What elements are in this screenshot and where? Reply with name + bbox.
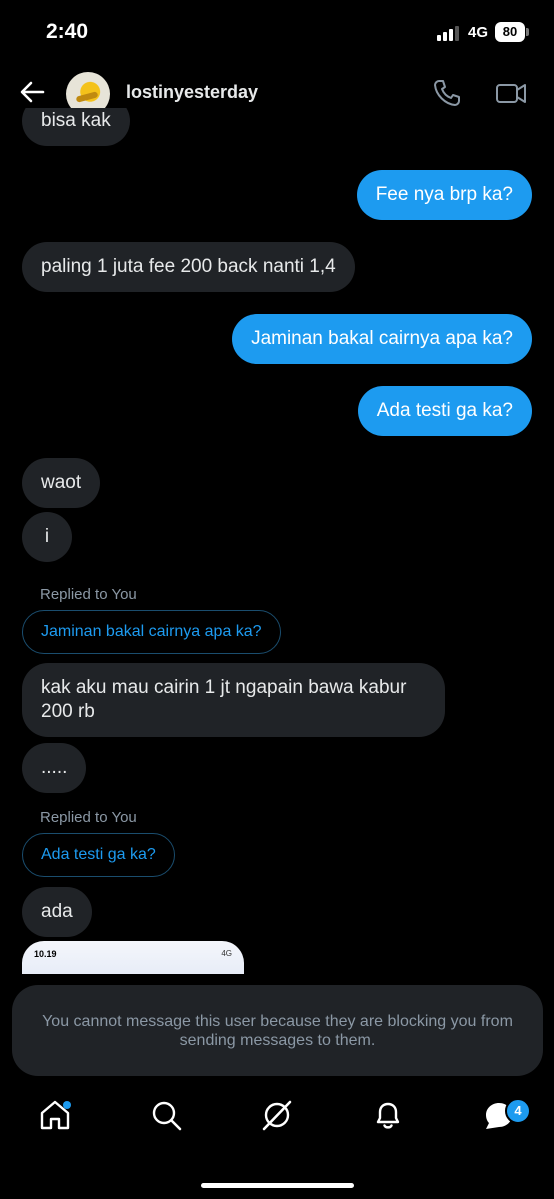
search-icon[interactable]	[149, 1098, 183, 1132]
message-outgoing[interactable]: Ada testi ga ka?	[357, 386, 532, 436]
message-incoming[interactable]: paling 1 juta fee 200 back nanti 1,4	[22, 242, 355, 292]
attachment-time: 10.19	[34, 949, 57, 959]
home-indicator	[201, 1183, 354, 1188]
signal-icon	[437, 26, 459, 41]
replied-to-label: Replied to You	[40, 586, 137, 603]
message-incoming[interactable]: kak aku mau cairin 1 jt ngapain bawa kab…	[22, 663, 445, 737]
reply-quote[interactable]: Jaminan bakal cairnya apa ka?	[22, 610, 281, 654]
message-outgoing[interactable]: Fee nya brp ka?	[356, 170, 532, 220]
replied-to-label: Replied to You	[40, 809, 137, 826]
phone-icon[interactable]	[432, 78, 462, 108]
bottom-navigation: 4	[0, 1090, 554, 1150]
attachment-status: 4G	[221, 949, 232, 958]
message-list[interactable]: bisa kak Fee nya brp ka? paling 1 juta f…	[0, 108, 554, 974]
message-incoming[interactable]: i	[22, 512, 72, 562]
status-time: 2:40	[46, 20, 89, 43]
video-call-icon[interactable]	[495, 78, 527, 108]
blocked-notice: You cannot message this user because the…	[12, 985, 543, 1076]
message-incoming[interactable]: bisa kak	[22, 108, 130, 146]
back-arrow-icon[interactable]	[18, 78, 46, 106]
network-type: 4G	[468, 24, 489, 41]
message-incoming[interactable]: waot	[22, 458, 101, 508]
battery-icon: 80	[495, 22, 525, 42]
status-bar: 2:40 4G 80	[0, 0, 554, 64]
reply-quote[interactable]: Ada testi ga ka?	[22, 833, 175, 877]
messages-badge: 4	[505, 1098, 531, 1124]
battery-cap	[526, 28, 529, 36]
image-attachment[interactable]: 10.19 4G	[22, 941, 244, 974]
conversation-username[interactable]: lostinyesterday	[126, 82, 258, 103]
message-incoming[interactable]: .....	[22, 743, 87, 793]
grok-icon[interactable]	[260, 1098, 294, 1132]
notifications-bell-icon[interactable]	[371, 1098, 405, 1132]
message-outgoing[interactable]: Jaminan bakal cairnya apa ka?	[232, 314, 532, 364]
message-incoming[interactable]: ada	[22, 887, 92, 937]
home-notification-dot	[63, 1101, 71, 1109]
